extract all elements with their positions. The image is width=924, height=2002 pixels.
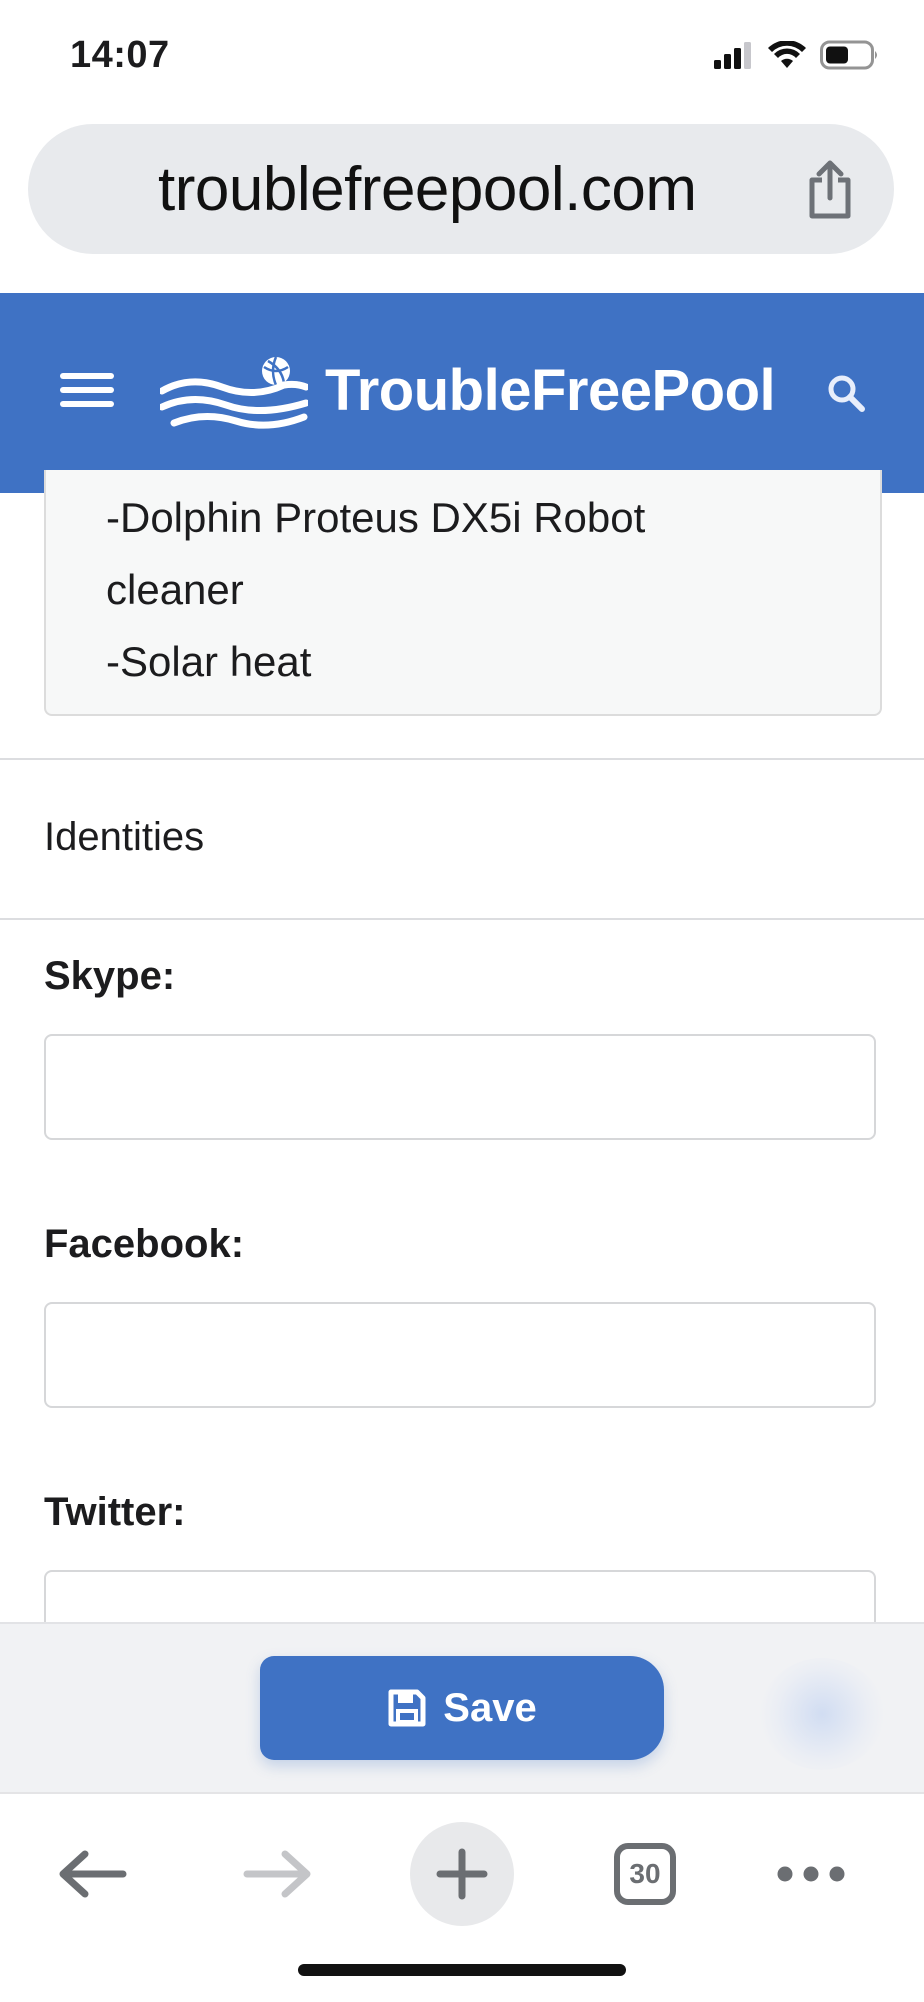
forward-button[interactable] — [238, 1822, 318, 1926]
forward-arrow-icon — [243, 1850, 311, 1898]
home-indicator — [298, 1964, 626, 1976]
site-header: TroubleFreePool — [0, 293, 924, 493]
status-time: 14:07 — [70, 34, 170, 76]
url-text[interactable]: troublefreepool.com — [158, 154, 697, 225]
skype-label: Skype: — [44, 954, 176, 998]
divider — [0, 758, 924, 760]
search-icon[interactable] — [826, 373, 866, 413]
save-disk-icon — [388, 1689, 426, 1727]
skype-input[interactable] — [44, 1034, 876, 1140]
new-tab-button[interactable] — [410, 1822, 514, 1926]
back-arrow-icon — [59, 1850, 127, 1898]
card-line-2: cleaner — [106, 566, 244, 613]
more-button[interactable] — [776, 1822, 846, 1926]
brand-name[interactable]: TroubleFreePool — [325, 357, 776, 424]
save-label: Save — [443, 1685, 537, 1730]
card-line-3: -Solar heat — [106, 638, 312, 685]
more-icon — [777, 1866, 845, 1882]
signal-icon — [714, 42, 751, 69]
menu-icon[interactable] — [60, 373, 114, 413]
facebook-input[interactable] — [44, 1302, 876, 1408]
section-title-identities: Identities — [44, 815, 205, 859]
logo-icon[interactable] — [160, 353, 308, 433]
back-button[interactable] — [52, 1822, 132, 1926]
battery-icon — [820, 40, 877, 70]
save-bar: Save — [0, 1622, 924, 1794]
card-line-1: -Dolphin Proteus DX5i Robot — [106, 494, 646, 541]
twitter-label: Twitter: — [44, 1490, 186, 1534]
address-bar[interactable]: troublefreepool.com — [28, 124, 894, 254]
save-button[interactable]: Save — [260, 1656, 664, 1760]
tabs-icon: 30 — [614, 1843, 676, 1905]
facebook-label: Facebook: — [44, 1222, 245, 1266]
divider — [0, 918, 924, 920]
status-icons — [714, 40, 880, 70]
wifi-icon — [768, 41, 806, 68]
equipment-card: -Dolphin Proteus DX5i Robot cleaner -Sol… — [44, 470, 882, 716]
floating-action-glow[interactable] — [760, 1658, 884, 1770]
tabs-button[interactable]: 30 — [610, 1822, 680, 1926]
plus-icon — [436, 1848, 488, 1900]
share-icon[interactable] — [804, 160, 856, 220]
twitter-input[interactable] — [44, 1570, 876, 1630]
